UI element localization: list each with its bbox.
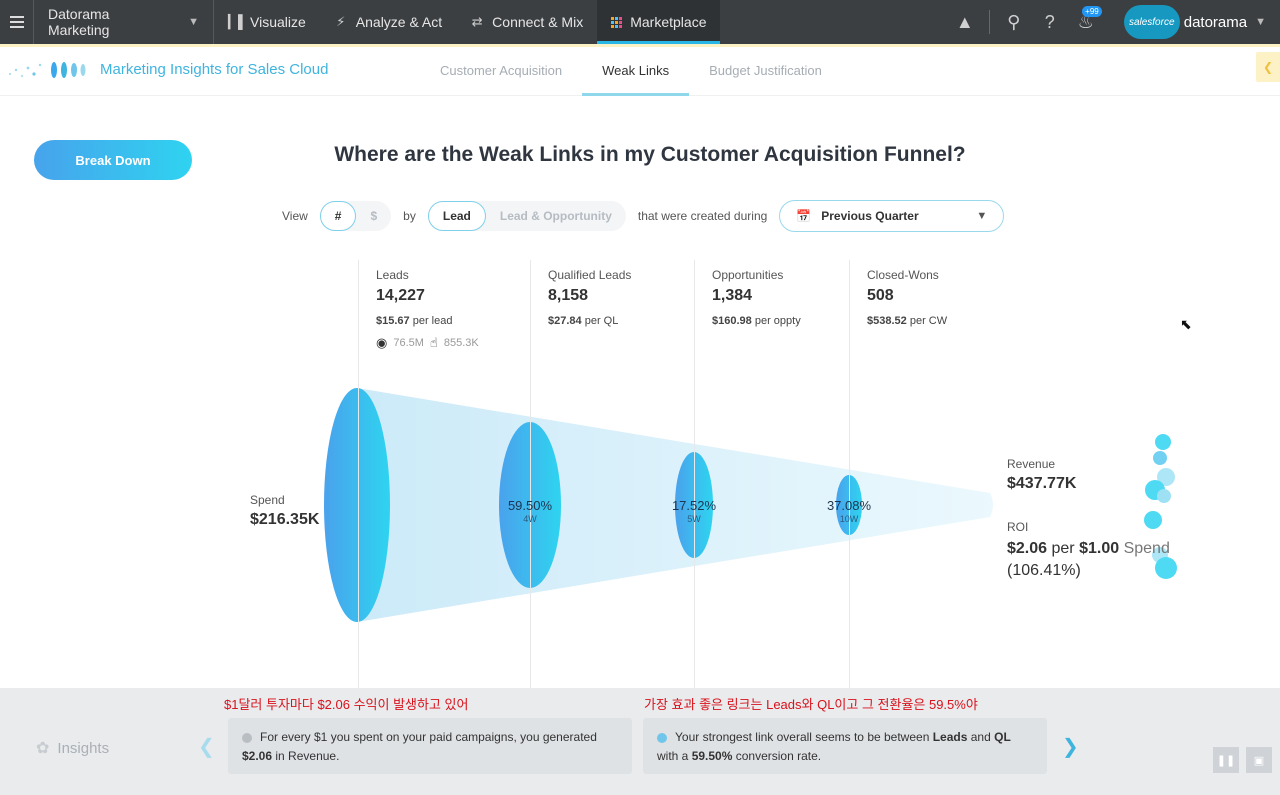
stage-value: 1,384	[712, 287, 753, 304]
unit-cost-label: per CW	[909, 315, 948, 327]
conversion-weeks: 4W	[523, 514, 537, 524]
insight-highlight: Leads	[932, 730, 968, 744]
insight-card[interactable]: Your strongest link overall seems to be …	[643, 718, 1047, 774]
insight-highlight: 59.50%	[691, 749, 733, 763]
conversion-label[interactable]: 59.50% 4W	[485, 498, 575, 524]
eye-icon: ◉	[376, 335, 388, 350]
stage-column-opportunities: Opportunities 1,384 $160.98 per oppty	[694, 260, 801, 688]
stage-column-closed-wons: Closed-Wons 508 $538.52 per CW	[849, 260, 947, 688]
roi-value: $2.06 per $1.00 Spend (106.41%)	[1007, 538, 1170, 582]
stage-value: 14,227	[376, 287, 425, 304]
revenue-summary: Revenue $437.77K	[1007, 457, 1076, 493]
insight-dot-icon	[657, 732, 667, 743]
clicks-value: 855.3K	[443, 337, 479, 349]
unit-cost-value: $160.98	[712, 315, 752, 327]
conversion-label[interactable]: 17.52% 5W	[649, 498, 739, 524]
stage-label: Leads	[376, 268, 409, 282]
insight-text: Your strongest link overall seems to be …	[675, 730, 930, 744]
stage-column-leads: Leads 14,227 $15.67 per lead ◉ 76.5M ☝ 8…	[358, 260, 479, 688]
insights-title: ✿ Insights	[36, 738, 109, 758]
chevron-left-icon[interactable]: ❮	[198, 734, 215, 759]
stage-unit-cost: $538.52 per CW	[867, 315, 947, 327]
roi-per: per	[1051, 540, 1075, 557]
spend-summary: Spend $216.35K	[250, 493, 319, 529]
presentation-icon[interactable]: ▣	[1246, 747, 1272, 773]
conversion-weeks: 10W	[839, 514, 859, 524]
roi-label: ROI	[1007, 520, 1029, 534]
insight-text: and	[970, 730, 991, 744]
insights-title-label: Insights	[57, 739, 110, 757]
conversion-label[interactable]: 37.08% 10W	[804, 498, 894, 524]
insight-highlight: $2.06	[242, 749, 273, 763]
stage-value: 508	[867, 287, 894, 304]
insight-text: with a	[657, 749, 689, 763]
stage-unit-cost: $160.98 per oppty	[712, 315, 801, 327]
insight-text: conversion rate.	[735, 749, 822, 763]
mouse-cursor-icon: ⬉	[1180, 316, 1192, 332]
spend-label: Spend	[250, 493, 285, 507]
conversion-pct: 17.52%	[671, 498, 717, 513]
stage-value: 8,158	[548, 287, 589, 304]
stage-unit-cost: $27.84 per QL	[548, 315, 631, 327]
roi-spend: Spend	[1123, 540, 1170, 557]
unit-cost-label: per lead	[412, 315, 453, 327]
pause-icon[interactable]: ❚❚	[1213, 747, 1239, 773]
roi-return: $2.06	[1007, 540, 1048, 557]
revenue-value: $437.77K	[1007, 475, 1077, 492]
conversion-pct: 37.08%	[826, 498, 872, 513]
brain-icon: ✿	[36, 740, 50, 757]
roi-pct: (106.41%)	[1007, 562, 1081, 579]
insight-text: in Revenue.	[275, 749, 340, 763]
stage-reach: ◉ 76.5M ☝ 855.3K	[376, 335, 479, 351]
stage-column-qualified-leads: Qualified Leads 8,158 $27.84 per QL	[530, 260, 631, 688]
insight-highlight: QL	[994, 730, 1011, 744]
unit-cost-value: $538.52	[867, 315, 907, 327]
stage-label: Qualified Leads	[548, 268, 632, 282]
conversion-weeks: 5W	[687, 514, 701, 524]
insights-panel: $1달러 투자마다 $2.06 수익이 발생하고 있어 가장 효과 좋은 링크는…	[0, 688, 1280, 795]
roi-unit: $1.00	[1079, 540, 1120, 557]
spend-value: $216.35K	[250, 511, 320, 528]
hand-pointer-icon: ☝	[429, 335, 438, 350]
stage-unit-cost: $15.67 per lead	[376, 315, 479, 327]
stage-label: Opportunities	[712, 268, 784, 282]
funnel-chart	[324, 388, 1177, 622]
subtitle-caption-1: $1달러 투자마다 $2.06 수익이 발생하고 있어	[224, 697, 469, 712]
insight-text: For every $1 you spent on your paid camp…	[260, 730, 597, 744]
unit-cost-label: per oppty	[754, 315, 801, 327]
chevron-right-icon[interactable]: ❯	[1062, 734, 1079, 759]
roi-summary: ROI $2.06 per $1.00 Spend (106.41%)	[1007, 520, 1170, 582]
stage-label: Closed-Wons	[867, 268, 939, 282]
insight-card[interactable]: For every $1 you spent on your paid camp…	[228, 718, 632, 774]
impressions-value: 76.5M	[393, 337, 424, 349]
revenue-label: Revenue	[1007, 457, 1056, 471]
unit-cost-label: per QL	[584, 315, 619, 327]
subtitle-caption-2: 가장 효과 좋은 링크는 Leads와 QL이고 그 전환율은 59.5%야	[644, 697, 978, 712]
unit-cost-value: $15.67	[376, 315, 410, 327]
conversion-pct: 59.50%	[507, 498, 553, 513]
insight-dot-icon	[242, 732, 252, 743]
unit-cost-value: $27.84	[548, 315, 582, 327]
